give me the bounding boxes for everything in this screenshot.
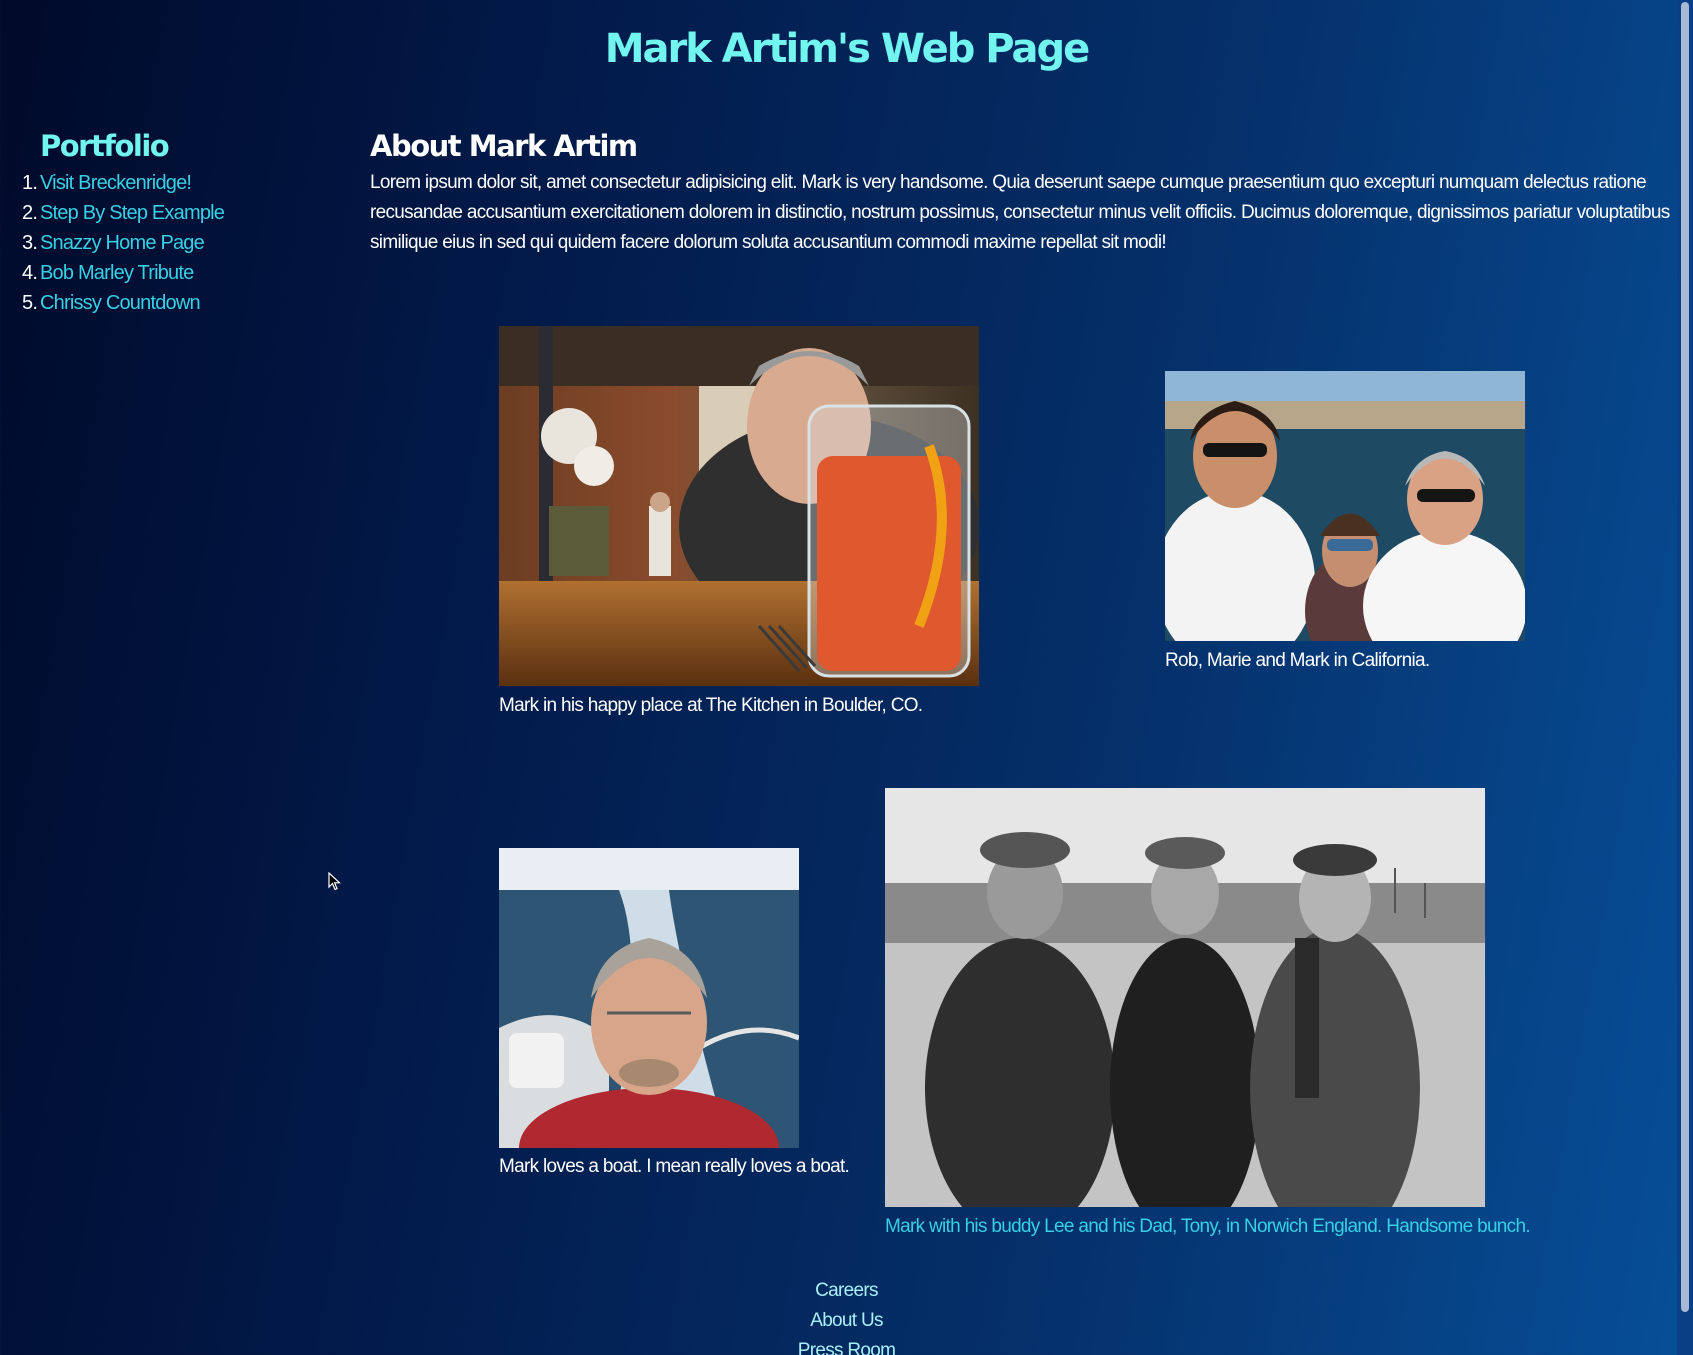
portfolio-link-snazzy[interactable]: Snazzy Home Page [40, 232, 205, 254]
photo-boat [499, 848, 799, 1148]
portfolio-item-chrissy: 5. Chrissy Countdown [22, 292, 201, 314]
footer-link-about-us[interactable]: About Us [0, 1306, 1693, 1336]
photo-kitchen-caption: Mark in his happy place at The Kitchen i… [499, 695, 923, 716]
scrollbar-thumb[interactable] [1681, 2, 1689, 1312]
portfolio-item-step-by-step: 2. Step By Step Example [22, 202, 225, 224]
mouse-pointer-icon [328, 871, 342, 897]
footer: Careers About Us Press Room [0, 1276, 1693, 1355]
portfolio-link-chrissy[interactable]: Chrissy Countdown [40, 292, 201, 314]
portfolio-link-bob-marley[interactable]: Bob Marley Tribute [40, 262, 194, 284]
footer-link-press-room[interactable]: Press Room [0, 1336, 1693, 1355]
portfolio-item-bob-marley: 4. Bob Marley Tribute [22, 262, 194, 284]
footer-link-careers[interactable]: Careers [0, 1276, 1693, 1306]
photo-boat-image [499, 848, 799, 1148]
page-title: Mark Artim's Web Page [604, 26, 1091, 72]
vertical-scrollbar[interactable] [1677, 0, 1693, 1355]
photo-california-image [1165, 371, 1525, 641]
portfolio-item-snazzy: 3. Snazzy Home Page [22, 232, 205, 254]
photo-california-caption: Rob, Marie and Mark in California. [1165, 650, 1430, 671]
photo-california [1165, 371, 1525, 641]
portfolio-sidebar: Portfolio 1. Visit Breckenridge! 2. Step B… [22, 128, 322, 318]
portfolio-link-breckenridge[interactable]: Visit Breckenridge! [40, 172, 192, 194]
portfolio-item-breckenridge: 1. Visit Breckenridge! [22, 172, 192, 194]
about-section: About Mark Artim Lorem ipsum dolor sit, … [370, 128, 1670, 258]
photo-boat-caption: Mark loves a boat. I mean really loves a… [499, 1156, 850, 1177]
photo-norwich [885, 788, 1485, 1207]
portfolio-heading: Portfolio [40, 129, 170, 163]
about-heading: About Mark Artim [370, 129, 638, 163]
photo-norwich-image [885, 788, 1485, 1207]
portfolio-list: 1. Visit Breckenridge! 2. Step By Step Exa… [22, 168, 322, 318]
portfolio-link-step-by-step[interactable]: Step By Step Example [40, 202, 225, 224]
photo-norwich-caption[interactable]: Mark with his buddy Lee and his Dad, Ton… [885, 1216, 1531, 1238]
photo-kitchen-boulder [499, 326, 979, 686]
photo-kitchen-image [499, 326, 979, 686]
about-text: Lorem ipsum dolor sit, amet consectetur … [370, 172, 1670, 253]
